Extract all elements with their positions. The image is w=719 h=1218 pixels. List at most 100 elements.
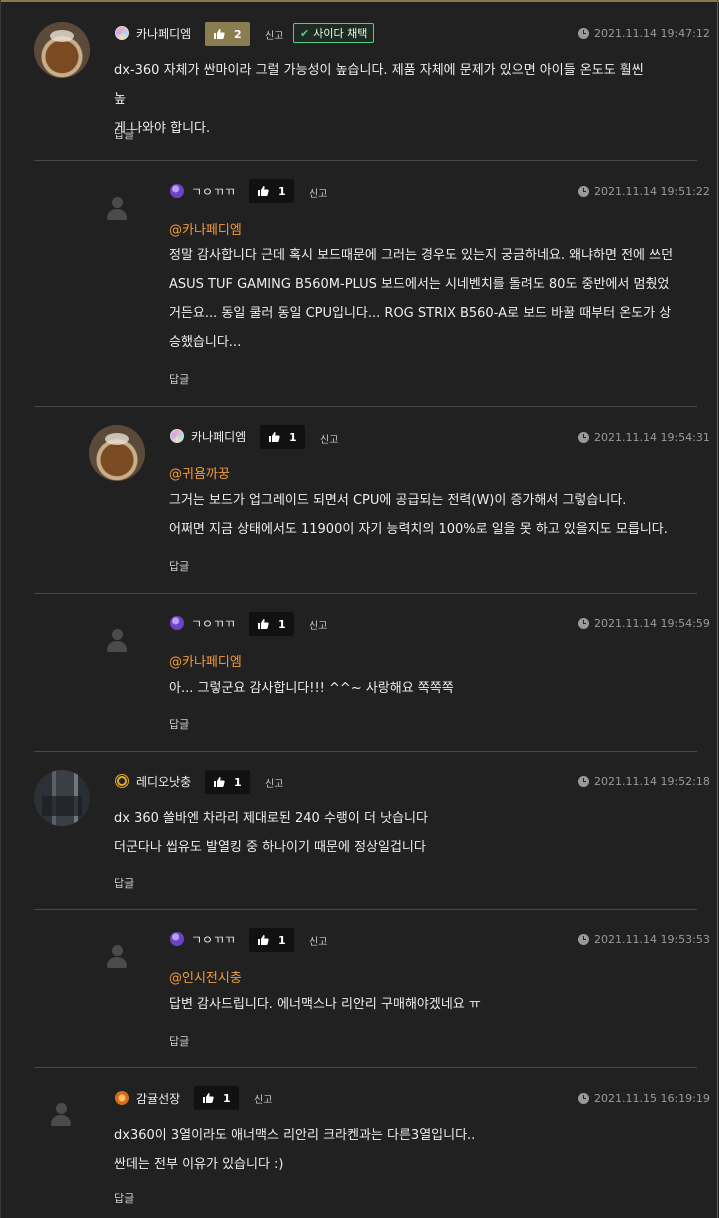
like-button[interactable]: 2 bbox=[205, 22, 250, 46]
reply-link[interactable]: 답글 bbox=[169, 716, 189, 732]
comment-text: dx360이 3열이라도 애너맥스 리안리 크라켄과는 다른3열입니다.. 싼데… bbox=[114, 1121, 654, 1179]
frame-right bbox=[717, 0, 718, 1218]
like-button[interactable]: 1 bbox=[194, 1086, 239, 1110]
thumbs-up-icon bbox=[269, 432, 280, 442]
comment-divider bbox=[34, 751, 697, 752]
author-nickname[interactable]: ㄱㅇㄲㄲ bbox=[191, 931, 235, 948]
report-link[interactable]: 신고 bbox=[309, 185, 327, 200]
comment-line: dx360이 3열이라도 애너맥스 리안리 크라켄과는 다른3열입니다.. bbox=[114, 1128, 476, 1143]
author-nickname[interactable]: 감귤선장 bbox=[136, 1090, 180, 1107]
timestamp-text: 2021.11.15 16:19:19 bbox=[594, 1092, 710, 1105]
clock-icon bbox=[578, 432, 589, 443]
like-count: 1 bbox=[278, 933, 286, 947]
timestamp: 2021.11.15 16:19:19 bbox=[578, 1092, 710, 1105]
comment-divider bbox=[34, 1067, 697, 1068]
timestamp: 2021.11.14 19:47:12 bbox=[578, 27, 710, 40]
mention-tag[interactable]: @인시전시충 bbox=[169, 967, 242, 986]
report-link[interactable]: 신고 bbox=[265, 27, 283, 42]
thumbs-up-icon bbox=[258, 619, 269, 629]
comment-line: ASUS TUF GAMING B560M-PLUS 보드에서는 시네벤치를 돌… bbox=[169, 277, 670, 292]
reply-link[interactable]: 답글 bbox=[169, 558, 189, 574]
comment-text: 아... 그렇군요 감사합니다!!! ^^~ 사랑해요 쪽쪽쪽 bbox=[169, 674, 709, 703]
level-icon bbox=[170, 616, 184, 630]
avatar[interactable] bbox=[89, 425, 145, 481]
like-count: 1 bbox=[278, 184, 286, 198]
like-count: 2 bbox=[234, 27, 242, 41]
timestamp-text: 2021.11.14 19:54:59 bbox=[594, 617, 710, 630]
timestamp: 2021.11.14 19:54:31 bbox=[578, 431, 710, 444]
level-icon bbox=[115, 774, 129, 788]
thumbs-up-icon bbox=[214, 29, 225, 39]
level-icon bbox=[170, 184, 184, 198]
comment-divider bbox=[34, 406, 697, 407]
like-button[interactable]: 1 bbox=[249, 612, 294, 636]
clock-icon bbox=[578, 28, 589, 39]
thumbs-up-icon bbox=[214, 777, 225, 787]
check-icon: ✔ bbox=[300, 26, 310, 40]
comment-line: dx-360 자체가 싼마이라 그럴 가능성이 높습니다. 제품 자체에 문제가… bbox=[114, 63, 644, 107]
mention-tag[interactable]: @카나페디엠 bbox=[169, 219, 242, 238]
reply-link[interactable]: 답글 bbox=[114, 1190, 134, 1206]
like-count: 1 bbox=[234, 775, 242, 789]
comment-text: 정말 감사합니다 근데 혹시 보드때문에 그러는 경우도 있는지 궁금하네요. … bbox=[169, 241, 709, 357]
clock-icon bbox=[578, 186, 589, 197]
comment-line: 거든요... 동일 쿨러 동일 CPU입니다... ROG STRIX B560… bbox=[169, 306, 672, 321]
reply-link[interactable]: 답글 bbox=[114, 126, 134, 142]
report-link[interactable]: 신고 bbox=[265, 775, 283, 790]
timestamp-text: 2021.11.14 19:53:53 bbox=[594, 933, 710, 946]
mention-tag[interactable]: @귀욤까꿍 bbox=[169, 463, 230, 482]
timestamp-text: 2021.11.14 19:54:31 bbox=[594, 431, 710, 444]
clock-icon bbox=[578, 618, 589, 629]
author-nickname[interactable]: 카나페디엠 bbox=[191, 428, 246, 445]
clock-icon bbox=[578, 1093, 589, 1104]
comment-line: 정말 감사합니다 근데 혹시 보드때문에 그러는 경우도 있는지 궁금하네요. … bbox=[169, 248, 674, 263]
comment-divider bbox=[34, 909, 697, 910]
comment-line: 아... 그렇군요 감사합니다!!! ^^~ 사랑해요 쪽쪽쪽 bbox=[169, 681, 454, 696]
timestamp: 2021.11.14 19:51:22 bbox=[578, 185, 710, 198]
like-button[interactable]: 1 bbox=[249, 179, 294, 203]
reply-link[interactable]: 답글 bbox=[114, 875, 134, 891]
comment-line: 더군다나 씹유도 발열킹 중 하나이기 때문에 정상일겁니다 bbox=[114, 840, 426, 855]
timestamp-text: 2021.11.14 19:51:22 bbox=[594, 185, 710, 198]
reply-link[interactable]: 답글 bbox=[169, 371, 189, 387]
user-icon bbox=[50, 1103, 72, 1127]
level-icon bbox=[115, 26, 129, 40]
comment-line: 답변 감사드립니다. 에너맥스나 리안리 구매해야겠네요 ㅠ bbox=[169, 997, 481, 1012]
reply-link[interactable]: 답글 bbox=[169, 1033, 189, 1049]
frame-left bbox=[0, 0, 1, 1218]
author-nickname[interactable]: ㄱㅇㄲㄲ bbox=[191, 615, 235, 632]
user-icon bbox=[106, 945, 128, 969]
author-nickname[interactable]: 카나페디엠 bbox=[136, 25, 191, 42]
comment-text: 그거는 보드가 업그레이드 되면서 CPU에 공급되는 전력(W)이 증가해서 … bbox=[169, 486, 709, 544]
report-link[interactable]: 신고 bbox=[320, 431, 338, 446]
level-icon bbox=[115, 1091, 129, 1105]
avatar[interactable] bbox=[34, 22, 90, 78]
level-icon bbox=[170, 932, 184, 946]
mention-tag[interactable]: @카나페디엠 bbox=[169, 651, 242, 670]
timestamp-text: 2021.11.14 19:47:12 bbox=[594, 27, 710, 40]
comment-line: 승했습니다... bbox=[169, 335, 242, 350]
adopted-badge: ✔ 사이다 채택 bbox=[293, 23, 375, 43]
comment-line: 게 나와야 합니다. bbox=[114, 121, 211, 136]
comment-line: dx 360 쓸바엔 차라리 제대로된 240 수랭이 더 낫습니다 bbox=[114, 811, 428, 826]
comment-divider bbox=[34, 593, 697, 594]
clock-icon bbox=[578, 934, 589, 945]
thumbs-up-icon bbox=[203, 1093, 214, 1103]
comment-divider bbox=[34, 160, 697, 161]
user-icon bbox=[106, 197, 128, 221]
level-icon bbox=[170, 429, 184, 443]
report-link[interactable]: 신고 bbox=[309, 933, 327, 948]
timestamp: 2021.11.14 19:53:53 bbox=[578, 933, 710, 946]
avatar[interactable] bbox=[34, 770, 90, 826]
like-button[interactable]: 1 bbox=[205, 770, 250, 794]
author-nickname[interactable]: ㄱㅇㄲㄲ bbox=[191, 183, 235, 200]
timestamp-text: 2021.11.14 19:52:18 bbox=[594, 775, 710, 788]
author-nickname[interactable]: 레디오낫충 bbox=[136, 773, 191, 790]
report-link[interactable]: 신고 bbox=[254, 1091, 272, 1106]
report-link[interactable]: 신고 bbox=[309, 617, 327, 632]
comment-text: dx 360 쓸바엔 차라리 제대로된 240 수랭이 더 낫습니다 더군다나 … bbox=[114, 804, 654, 862]
thumbs-up-icon bbox=[258, 186, 269, 196]
like-button[interactable]: 1 bbox=[249, 928, 294, 952]
like-button[interactable]: 1 bbox=[260, 425, 305, 449]
comment-text: 답변 감사드립니다. 에너맥스나 리안리 구매해야겠네요 ㅠ bbox=[169, 990, 709, 1019]
